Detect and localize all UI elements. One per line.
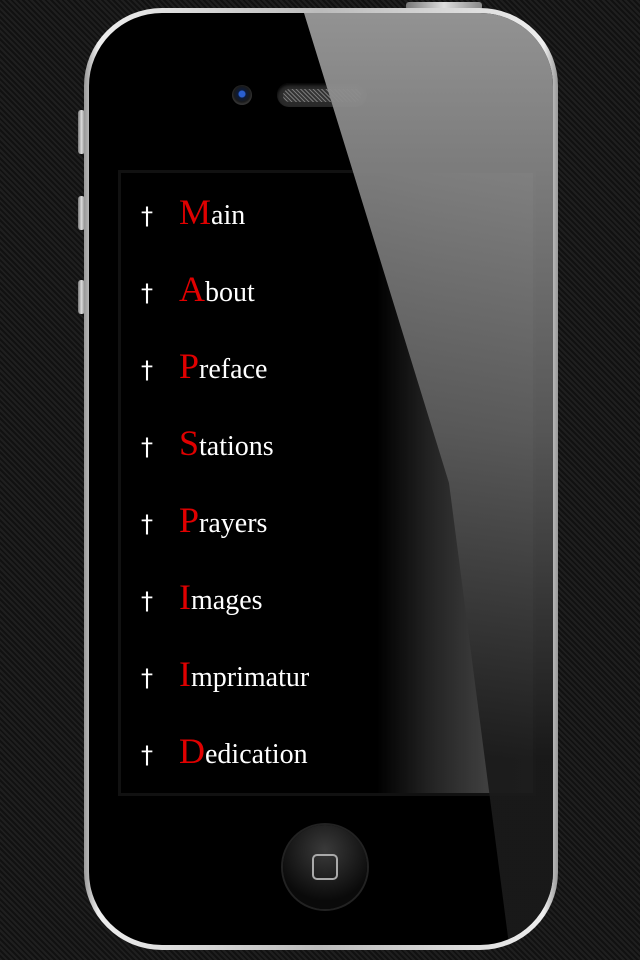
menu-item-preface[interactable]: † Preface [141,345,268,386]
menu-item-initial: I [179,577,191,617]
menu-item-initial: P [179,500,200,540]
menu-item-initial: P [179,346,200,386]
menu-item-about[interactable]: † About [141,268,255,309]
menu-item-stations[interactable]: † Stations [141,422,274,463]
cross-icon: † [141,510,153,538]
menu-item-label: ain [211,200,246,231]
cross-icon: † [141,279,153,307]
menu-item-dedication[interactable]: † Dedication [141,730,308,771]
cross-icon: † [141,356,153,384]
phone-face: † Main † About † Preface † Stations † Prayers † Ima… [89,13,553,945]
speaker-grille [277,83,367,107]
menu-item-label: mprimatur [191,662,310,693]
menu-item-label: mages [191,585,263,616]
camera-icon [232,85,252,105]
cross-icon: † [141,741,153,769]
screen: † Main † About † Preface † Stations † Prayers † Ima… [118,170,536,796]
cross-icon: † [141,202,153,230]
menu-item-initial: D [179,731,205,771]
menu-item-label: reface [199,354,268,385]
home-square-icon [312,854,338,880]
screen-reflection [376,173,533,793]
menu-item-label: rayers [199,508,268,539]
menu-item-images[interactable]: † Images [141,576,263,617]
menu-item-initial: I [179,654,191,694]
cross-icon: † [141,587,153,615]
home-button[interactable] [283,825,367,909]
menu-item-initial: S [179,423,200,463]
cross-icon: † [141,433,153,461]
menu-item-main[interactable]: † Main [141,191,246,232]
menu-item-initial: A [179,269,205,309]
menu-item-initial: M [179,192,212,232]
cross-icon: † [141,664,153,692]
menu-item-prayers[interactable]: † Prayers [141,499,268,540]
menu-item-imprimatur[interactable]: † Imprimatur [141,653,310,694]
phone-frame: † Main † About † Preface † Stations † Prayers † Ima… [84,8,558,950]
menu-item-label: tations [199,431,274,462]
menu-item-label: edication [205,739,308,770]
menu-item-label: bout [205,277,255,308]
